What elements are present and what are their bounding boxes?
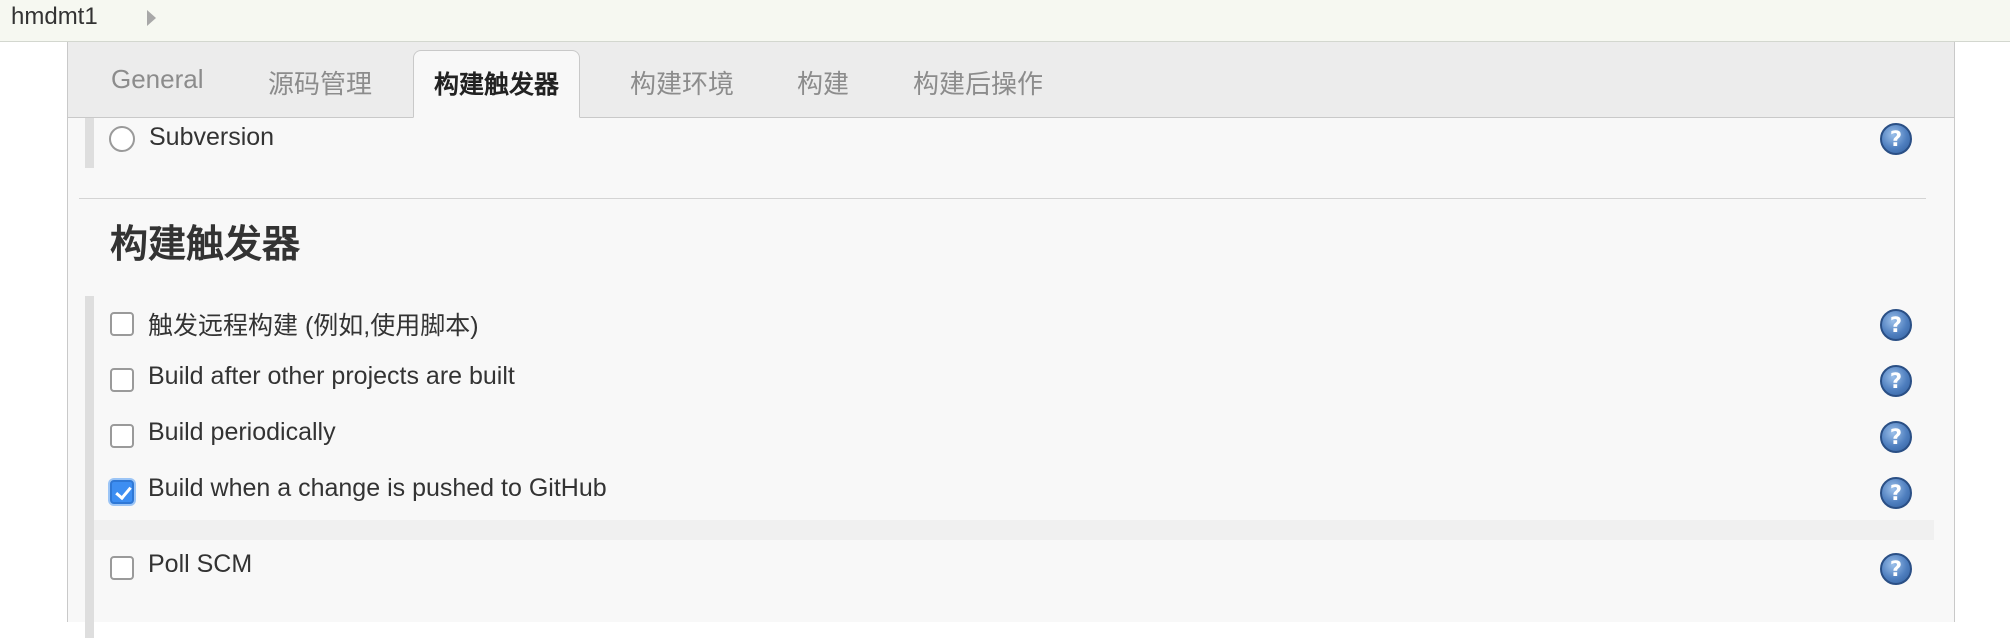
trigger-poll-scm-label: Poll SCM (148, 550, 253, 578)
trigger-periodically-help-icon[interactable]: ? (1880, 421, 1912, 453)
trigger-poll-scm-checkbox[interactable] (110, 556, 134, 580)
trigger-poll-scm-help-icon[interactable]: ? (1880, 553, 1912, 585)
trigger-after-other-projects-checkbox[interactable] (110, 368, 134, 392)
trigger-github-push-label: Build when a change is pushed to GitHub (148, 474, 607, 502)
trigger-remote-help-icon[interactable]: ? (1880, 309, 1912, 341)
github-options-spacer (94, 520, 1934, 540)
subversion-radio[interactable] (109, 126, 135, 152)
trigger-github-push-checkbox[interactable] (110, 480, 134, 504)
tab-post-build-actions[interactable]: 构建后操作 (913, 64, 1043, 101)
tab-general[interactable]: General (111, 64, 204, 95)
trigger-periodically-label: Build periodically (148, 418, 336, 446)
trigger-github-push-help-icon[interactable]: ? (1880, 477, 1912, 509)
breadcrumb-menu-arrow-icon[interactable] (147, 10, 156, 26)
trigger-remote-checkbox[interactable] (110, 312, 134, 336)
config-tab-bar: General 源码管理 构建触发器 构建环境 构建 构建后操作 (68, 42, 1954, 118)
trigger-remote-label: 触发远程构建 (例如,使用脚本) (148, 312, 479, 340)
subversion-label: Subversion (149, 123, 275, 151)
tab-build[interactable]: 构建 (797, 64, 849, 101)
triggers-indent-bar (85, 296, 94, 638)
breadcrumb-bar: hmdmt1 (0, 0, 2010, 42)
trigger-after-other-projects-help-icon[interactable]: ? (1880, 365, 1912, 397)
breadcrumb-job-link[interactable]: hmdmt1 (11, 3, 98, 31)
tab-source-code-management[interactable]: 源码管理 (268, 64, 372, 101)
trigger-after-other-projects-label: Build after other projects are built (148, 362, 515, 390)
tab-build-triggers[interactable]: 构建触发器 (413, 50, 581, 118)
section-divider (79, 198, 1926, 199)
build-triggers-heading: 构建触发器 (110, 224, 301, 266)
tab-build-environment[interactable]: 构建环境 (630, 64, 734, 101)
subversion-help-icon[interactable]: ? (1880, 123, 1912, 155)
config-panel: General 源码管理 构建触发器 构建环境 构建 构建后操作 Subvers… (67, 42, 1955, 638)
scm-option-indent-bar (85, 118, 94, 168)
trigger-periodically-checkbox[interactable] (110, 424, 134, 448)
